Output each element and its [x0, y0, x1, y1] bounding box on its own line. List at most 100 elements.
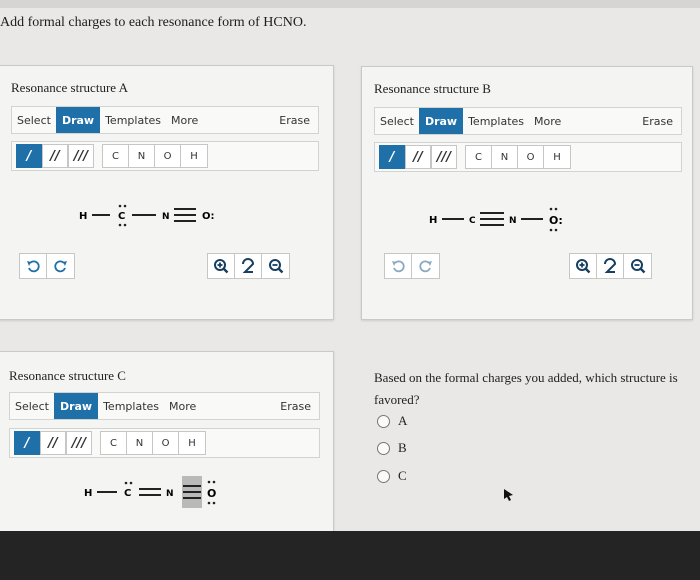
lone-pair-dot: [118, 223, 122, 227]
draw-button[interactable]: Draw: [418, 108, 464, 134]
reset-zoom-icon[interactable]: [235, 254, 262, 278]
option-label: A: [398, 413, 408, 428]
atom-o-button[interactable]: O: [155, 145, 181, 167]
redo-icon[interactable]: [47, 254, 74, 278]
double-bond-button[interactable]: //: [405, 145, 431, 169]
panel-c-toolbar: Select Draw Templates More Erase: [9, 392, 320, 420]
panel-resonance-c: Resonance structure C Select Draw Templa…: [0, 351, 334, 536]
more-button[interactable]: More: [529, 108, 566, 134]
atom-h-button[interactable]: H: [179, 432, 205, 454]
atom-n-button[interactable]: N: [127, 432, 153, 454]
single-bond-button[interactable]: /: [16, 144, 42, 168]
templates-button[interactable]: Templates: [100, 107, 166, 133]
mouse-pointer-icon: [504, 489, 513, 501]
atom-h-button[interactable]: H: [181, 145, 207, 167]
atom-o: O:: [549, 214, 563, 227]
triple-bond-button[interactable]: ///: [431, 145, 457, 169]
atom-buttons: C N O H: [102, 144, 208, 168]
molecule-a[interactable]: H C N O:: [74, 196, 234, 236]
more-button[interactable]: More: [166, 107, 203, 133]
zoom-in-icon[interactable]: [208, 254, 235, 278]
erase-button[interactable]: Erase: [275, 393, 319, 419]
option-b[interactable]: B: [377, 440, 407, 456]
triple-bond-button[interactable]: ///: [66, 431, 92, 455]
zoom-out-icon[interactable]: [262, 254, 289, 278]
erase-button[interactable]: Erase: [637, 108, 681, 134]
option-a[interactable]: A: [377, 413, 407, 429]
zoom-group: [569, 253, 652, 279]
redo-icon[interactable]: [412, 254, 439, 278]
atom-h: H: [79, 211, 87, 222]
atom-c-button[interactable]: C: [103, 145, 129, 167]
select-button[interactable]: Select: [12, 107, 56, 133]
undo-redo-group: [384, 253, 440, 279]
lone-pair-dot: [549, 207, 553, 211]
panel-b-tools: / // /// C N O H: [374, 142, 682, 172]
select-button[interactable]: Select: [375, 108, 419, 134]
atom-o: O: [207, 487, 216, 500]
molecule-b[interactable]: H C N O:: [424, 200, 584, 240]
option-c[interactable]: C: [377, 468, 407, 484]
undo-redo-group: [19, 253, 75, 279]
lone-pair-dot: [207, 480, 211, 484]
atom-c: C: [124, 488, 131, 499]
undo-icon[interactable]: [385, 254, 412, 278]
atom-n-button[interactable]: N: [129, 145, 155, 167]
undo-icon[interactable]: [20, 254, 47, 278]
panel-resonance-b: Resonance structure B Select Draw Templa…: [361, 66, 693, 320]
erase-button[interactable]: Erase: [274, 107, 318, 133]
panel-c-tools: / // /// C N O H: [9, 428, 320, 458]
radio-button[interactable]: [377, 469, 390, 483]
atom-n: N: [166, 489, 174, 499]
zoom-out-icon[interactable]: [624, 254, 651, 278]
atom-n: N: [509, 216, 517, 226]
atom-c-button[interactable]: C: [101, 432, 127, 454]
panel-resonance-a: Resonance structure A Select Draw Templa…: [0, 65, 334, 320]
lone-pair-dot: [124, 481, 128, 485]
zoom-group: [207, 253, 290, 279]
atom-h: H: [84, 488, 92, 499]
atom-n: N: [162, 212, 170, 222]
draw-button[interactable]: Draw: [53, 393, 99, 419]
double-bond-button[interactable]: //: [42, 144, 68, 168]
molecule-c[interactable]: H C N O: [79, 472, 239, 516]
triple-bond-button[interactable]: ///: [68, 144, 94, 168]
atom-n-button[interactable]: N: [492, 146, 518, 168]
atom-c: C: [118, 211, 125, 222]
templates-button[interactable]: Templates: [98, 393, 164, 419]
more-button[interactable]: More: [164, 393, 201, 419]
atom-c: C: [469, 216, 476, 226]
panel-b-title: Resonance structure B: [374, 81, 491, 96]
single-bond-button[interactable]: /: [14, 431, 40, 455]
reset-zoom-icon[interactable]: [597, 254, 624, 278]
atom-h-button[interactable]: H: [544, 146, 570, 168]
option-label: C: [398, 468, 407, 483]
radio-button[interactable]: [377, 414, 390, 428]
templates-button[interactable]: Templates: [463, 108, 529, 134]
option-label: B: [398, 440, 407, 455]
panel-b-toolbar: Select Draw Templates More Erase: [374, 107, 682, 135]
single-bond-button[interactable]: /: [379, 145, 405, 169]
double-bond-button[interactable]: //: [40, 431, 66, 455]
draw-button[interactable]: Draw: [55, 107, 101, 133]
atom-o-button[interactable]: O: [153, 432, 179, 454]
top-strip: [0, 0, 700, 8]
question-text: Add formal charges to each resonance for…: [0, 15, 307, 30]
atom-buttons: C N O H: [465, 145, 571, 169]
radio-button[interactable]: [377, 441, 390, 455]
lone-pair-dot: [554, 207, 558, 211]
panel-c-title: Resonance structure C: [9, 368, 126, 383]
mc-question-text: Based on the formal charges you added, w…: [374, 370, 678, 407]
atom-o: O:: [202, 211, 215, 222]
atom-o-button[interactable]: O: [518, 146, 544, 168]
lone-pair-dot: [129, 481, 133, 485]
atom-h: H: [429, 215, 437, 226]
panel-a-title: Resonance structure A: [11, 80, 128, 95]
zoom-in-icon[interactable]: [570, 254, 597, 278]
lone-pair-dot: [123, 204, 127, 208]
bottom-bar: [0, 531, 700, 580]
lone-pair-dot: [212, 480, 216, 484]
panel-a-tools: / // /// C N O H: [11, 141, 319, 171]
select-button[interactable]: Select: [10, 393, 54, 419]
atom-c-button[interactable]: C: [466, 146, 492, 168]
